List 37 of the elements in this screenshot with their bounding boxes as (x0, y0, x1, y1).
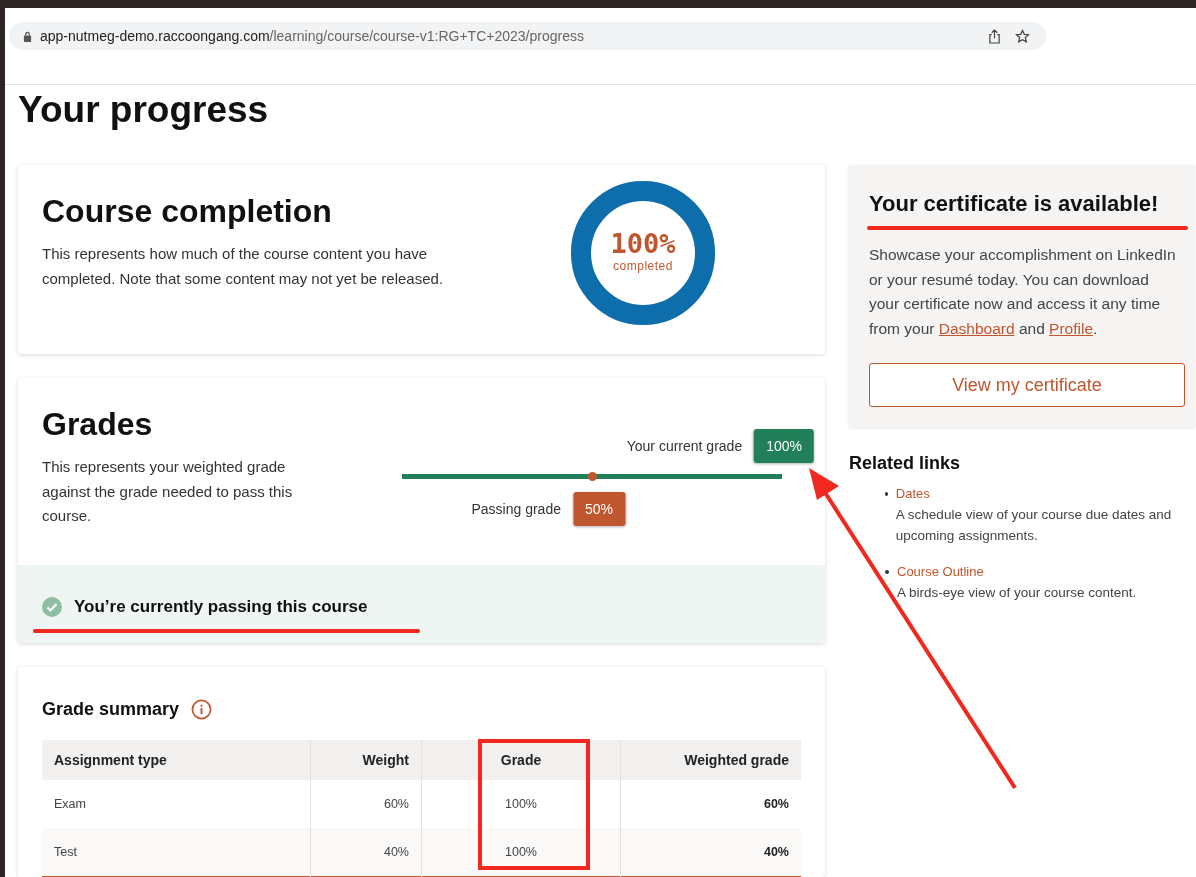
page-title: Your progress (18, 89, 270, 131)
address-bar[interactable]: app-nutmeg-demo.raccoongang.com/learning/course/course-v1:RG+TC+2023/progress (9, 22, 1046, 50)
card-title: Grades (42, 406, 154, 443)
column-header: Assignment type (42, 739, 311, 780)
table-cell: 60% (620, 779, 801, 828)
table-cell: Test (42, 827, 311, 876)
column-header: Weighted grade (620, 739, 801, 780)
related-link[interactable]: Dates (895, 486, 930, 501)
table-cell: 100% (421, 779, 621, 828)
table-cell: Exam (42, 779, 311, 828)
table-cell: 100% (421, 827, 621, 876)
related-link[interactable]: Course Outline (897, 564, 984, 579)
completion-caption: completed (613, 258, 673, 273)
passing-grade-label: Passing grade (471, 501, 561, 517)
passing-grade-tooltip: 50% (572, 492, 625, 526)
table-cell: 40% (620, 827, 801, 876)
related-link-description: A schedule view of your course due dates and upcoming assignments. (895, 506, 1173, 545)
view-certificate-button[interactable]: View my certificate (869, 363, 1185, 407)
related-links-title: Related links (849, 453, 962, 474)
dashboard-link[interactable]: Dashboard (938, 319, 1015, 337)
table-cell: 40% (310, 827, 422, 876)
current-grade-tooltip: 100% (754, 429, 814, 463)
status-text: You’re currently passing this course (74, 596, 368, 617)
column-header: Weight (310, 739, 422, 780)
column-header: Grade (421, 739, 621, 780)
certificate-title: Your certificate is available! (869, 191, 1160, 217)
table-cell: 60% (310, 779, 422, 828)
certificate-text: Showcase your accomplishment on LinkedIn or your resumé today. You can download your certificate now and access it any time from your Dashboard and Profile. (869, 245, 1177, 339)
url-text: app-nutmeg-demo.raccoongang.com/learning/course/course-v1:RG+TC+2023/progress (40, 28, 584, 44)
profile-link[interactable]: Profile (1049, 319, 1093, 337)
related-link-description: A birds-eye view of your course content. (897, 584, 1137, 602)
current-grade-label: Your current grade (626, 438, 743, 454)
card-title: Course completion (42, 193, 333, 230)
section-title: Grade summary (42, 698, 180, 720)
card-description: This represents your weighted grade against the grade needed to pass this course. (42, 457, 294, 526)
completion-percent: 100% (610, 227, 676, 259)
card-description: This represents how much of the course content you have completed. Note that some content may not yet be released. (42, 244, 445, 289)
